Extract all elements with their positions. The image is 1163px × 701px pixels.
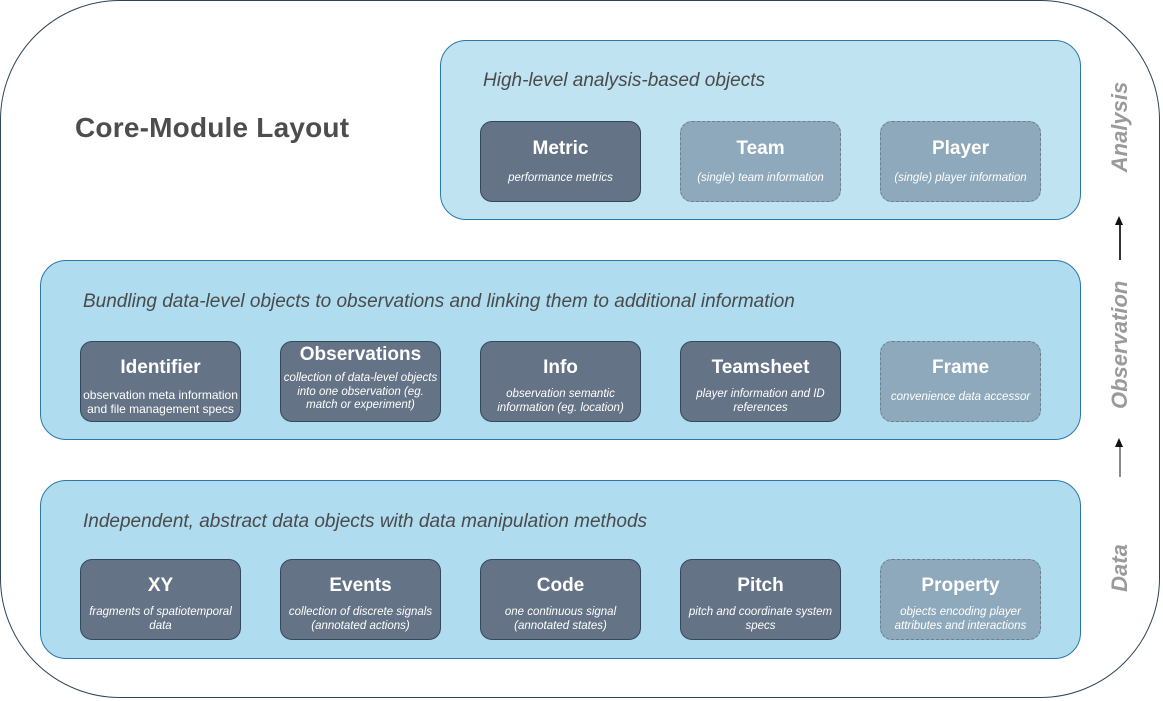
box-description: fragments of spatiotemporal data [89,606,232,632]
metric-box[interactable]: Metric performance metrics [480,121,641,202]
frame-box[interactable]: Frame convenience data accessor [880,341,1041,422]
box-name: Observations [299,344,422,365]
box-name: Teamsheet [711,357,810,378]
box-description: collection of data-level objects into on… [283,372,438,411]
player-box[interactable]: Player (single) player information [880,121,1041,202]
box-name: Metric [532,138,589,159]
data-layer: Independent, abstract data objects with … [40,480,1081,659]
box-name: Events [329,575,392,596]
box-name: Code [536,575,585,596]
diagram-title: Core-Module Layout [75,112,350,143]
side-label-data: Data [1107,544,1132,592]
analysis-layer-description: High-level analysis-based objects [483,70,765,91]
xy-box[interactable]: XY fragments of spatiotemporal data [80,559,241,640]
events-box[interactable]: Events collection of discrete signals (a… [280,559,441,640]
box-description: objects encoding player attributes and i… [894,606,1027,632]
team-box[interactable]: Team (single) team information [680,121,841,202]
identifier-box[interactable]: Identifier observation meta information … [80,341,241,422]
box-description: player information and ID references [696,388,825,414]
up-arrow-icon [1116,216,1122,260]
box-description: observation semantic information (eg. lo… [497,388,624,414]
box-description: (single) player information [894,172,1027,184]
observation-layer: Bundling data-level objects to observati… [40,260,1081,440]
property-box[interactable]: Property objects encoding player attribu… [880,559,1041,640]
box-name: Pitch [737,575,784,596]
code-box[interactable]: Code one continuous signal (annotated st… [480,559,641,640]
box-name: Info [543,357,578,378]
side-label-observation: Observation [1107,280,1132,409]
analysis-layer: High-level analysis-based objects Metric… [440,40,1081,220]
info-box[interactable]: Info observation semantic information (e… [480,341,641,422]
box-name: XY [147,575,174,596]
box-name: Player [931,138,990,159]
box-description: one continuous signal (annotated states) [504,606,617,632]
box-description: performance metrics [508,172,613,184]
box-name: Property [921,575,1000,596]
teamsheet-box[interactable]: Teamsheet player information and ID refe… [680,341,841,422]
up-arrow-icon [1116,438,1122,477]
box-description: collection of discrete signals (annotate… [288,606,433,632]
observations-box[interactable]: Observations collection of data-level ob… [280,341,441,422]
observation-layer-description: Bundling data-level objects to observati… [83,291,795,312]
box-name: Team [736,138,785,159]
box-description: observation meta information and file ma… [83,388,238,416]
pitch-box[interactable]: Pitch pitch and coordinate system specs [680,559,841,640]
box-description: (single) team information [697,172,824,184]
box-description: convenience data accessor [890,391,1031,403]
side-label-analysis: Analysis [1107,81,1132,173]
box-description: pitch and coordinate system specs [688,606,833,632]
data-layer-description: Independent, abstract data objects with … [83,511,648,532]
box-name: Identifier [120,357,201,378]
box-name: Frame [931,357,990,378]
